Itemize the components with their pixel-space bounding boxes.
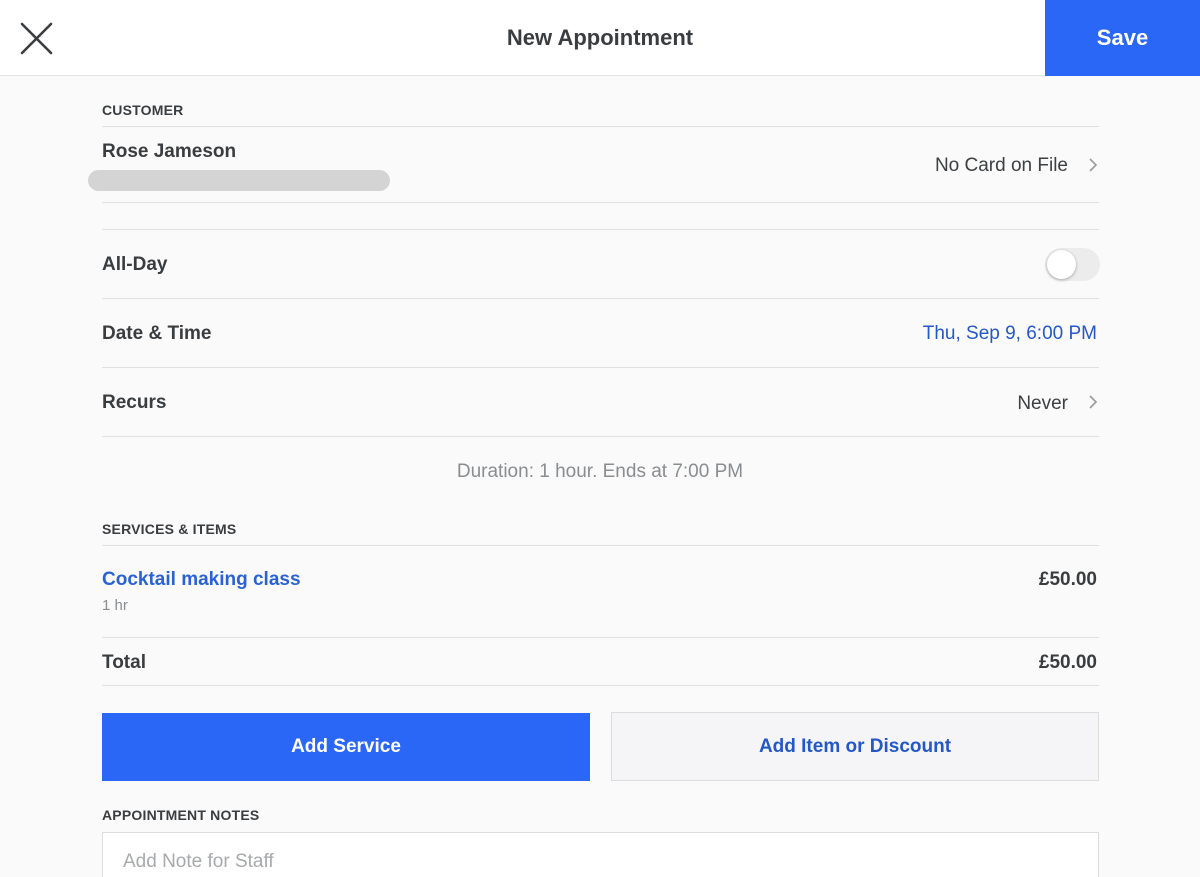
all-day-label: All-Day xyxy=(102,254,168,275)
add-item-button[interactable]: Add Item or Discount xyxy=(611,712,1099,781)
recurs-value: Never xyxy=(1017,393,1068,414)
divider xyxy=(102,126,1099,127)
customer-section-label: CUSTOMER xyxy=(102,102,184,118)
total-label: Total xyxy=(102,652,146,673)
top-bar: New Appointment Save xyxy=(0,0,1200,76)
recurs-label: Recurs xyxy=(102,392,167,413)
divider xyxy=(102,367,1099,368)
duration-text: Duration: 1 hour. Ends at 7:00 PM xyxy=(456,461,744,482)
divider xyxy=(102,637,1099,638)
add-service-button[interactable]: Add Service xyxy=(102,713,590,781)
total-value: £50.00 xyxy=(1038,652,1097,673)
divider xyxy=(102,436,1099,437)
redacted-contact xyxy=(88,170,390,191)
notes-input[interactable] xyxy=(102,832,1099,877)
divider xyxy=(102,202,1099,203)
card-status: No Card on File xyxy=(934,155,1068,176)
chevron-right-icon xyxy=(1089,158,1098,172)
toggle-knob xyxy=(1047,250,1076,279)
chevron-right-icon xyxy=(1089,395,1098,409)
notes-section-label: APPOINTMENT NOTES xyxy=(102,807,260,823)
date-time-label: Date & Time xyxy=(102,323,212,344)
service-price: £50.00 xyxy=(1038,569,1097,590)
divider xyxy=(102,545,1099,546)
service-duration: 1 hr xyxy=(102,597,128,614)
all-day-toggle[interactable] xyxy=(1045,248,1100,281)
customer-name: Rose Jameson xyxy=(102,141,237,162)
services-section-label: SERVICES & ITEMS xyxy=(102,521,237,537)
service-name: Cocktail making class xyxy=(102,569,301,590)
date-time-value[interactable]: Thu, Sep 9, 6:00 PM xyxy=(923,323,1097,345)
divider xyxy=(102,685,1099,686)
save-button[interactable]: Save xyxy=(1045,0,1200,76)
divider xyxy=(102,229,1099,230)
divider xyxy=(102,298,1099,299)
page-title: New Appointment xyxy=(506,25,694,50)
